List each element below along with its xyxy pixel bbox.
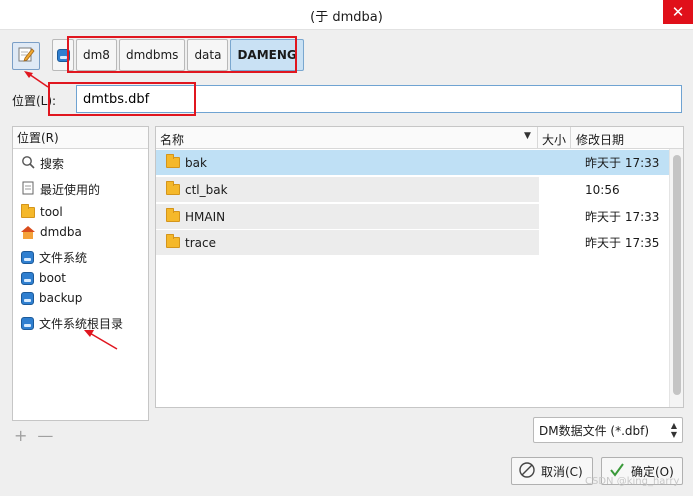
drive-icon	[56, 48, 70, 62]
vertical-scrollbar[interactable]	[669, 149, 683, 407]
file-modified: 昨天于 17:33	[585, 210, 660, 224]
close-button[interactable]: ✕	[663, 0, 693, 24]
file-modified: 10:56	[585, 182, 620, 197]
file-modified: 昨天于 17:33	[585, 156, 660, 170]
column-name[interactable]: 名称	[160, 131, 184, 148]
place-edit-controls: + —	[14, 426, 53, 445]
edit-path-toggle[interactable]	[12, 42, 40, 70]
file-name-cell: bak	[156, 150, 539, 175]
watermark: CSDN @king_harry	[585, 476, 680, 487]
folder-icon	[166, 234, 180, 248]
file-row-trace[interactable]: trace 昨天于 17:35	[156, 230, 671, 255]
breadcrumb-dameng[interactable]: DAMENG	[230, 39, 304, 71]
cancel-button[interactable]: 取消(C)	[511, 457, 593, 485]
column-divider[interactable]	[570, 127, 571, 149]
file-type-select[interactable]: DM数据文件 (*.dbf) ▲ ▼	[533, 417, 683, 443]
file-name-cell: HMAIN	[156, 204, 539, 229]
file-row-hmain[interactable]: HMAIN 昨天于 17:33	[156, 204, 671, 229]
breadcrumb-dm8[interactable]: dm8	[76, 39, 117, 71]
breadcrumb-dmdbms[interactable]: dmdbms	[118, 39, 186, 71]
scrollbar-thumb[interactable]	[673, 155, 681, 395]
file-name: bak	[185, 155, 207, 170]
column-divider[interactable]	[537, 127, 538, 149]
remove-place-button[interactable]: —	[37, 426, 53, 445]
file-name: trace	[185, 235, 216, 250]
annotation-arrows	[24, 71, 118, 350]
file-list: 名称 ▼ 大小 修改日期 bak 昨天于 17:33 ctl_bak 10:56…	[155, 126, 684, 408]
file-row-ctl-bak[interactable]: ctl_bak 10:56	[156, 177, 671, 202]
file-name-cell: ctl_bak	[156, 177, 539, 202]
file-name: HMAIN	[185, 209, 226, 224]
file-list-header: 名称 ▼ 大小 修改日期	[156, 127, 683, 149]
updown-arrows-icon: ▲ ▼	[670, 421, 677, 439]
sort-down-icon: ▼	[524, 131, 531, 141]
pencil-icon	[17, 45, 35, 67]
column-modified[interactable]: 修改日期	[576, 131, 624, 148]
folder-icon	[166, 208, 180, 222]
breadcrumb-root[interactable]	[52, 39, 74, 71]
folder-icon	[166, 154, 180, 168]
file-row-bak[interactable]: bak 昨天于 17:33	[156, 150, 671, 175]
column-size[interactable]: 大小	[542, 131, 566, 148]
folder-icon	[166, 181, 180, 195]
breadcrumb-data[interactable]: data	[187, 39, 229, 71]
add-place-button[interactable]: +	[14, 426, 27, 445]
file-type-value: DM数据文件 (*.dbf)	[539, 423, 650, 438]
file-name-cell: trace	[156, 230, 539, 255]
cancel-icon	[518, 461, 536, 482]
cancel-label: 取消(C)	[541, 464, 583, 479]
file-name: ctl_bak	[185, 182, 228, 197]
location-input[interactable]	[76, 85, 682, 113]
title-bar: (于 dmdba) ✕	[0, 0, 693, 30]
window-title: (于 dmdba)	[310, 10, 383, 25]
file-modified: 昨天于 17:35	[585, 236, 660, 250]
